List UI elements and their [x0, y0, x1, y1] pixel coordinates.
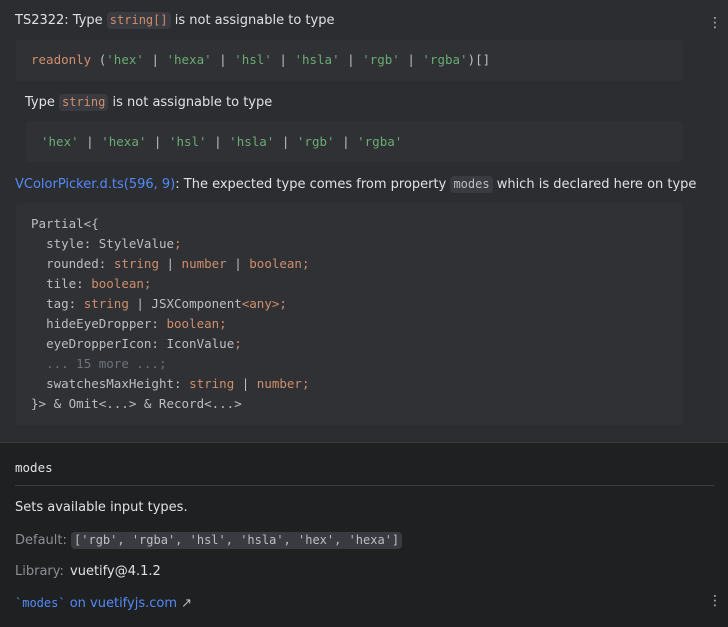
decl-prop-type: StyleValue [98, 236, 175, 251]
decl-prop-name: eyeDropperIcon [46, 336, 152, 351]
doc-link-text[interactable]: on vuetifyjs.com [70, 596, 177, 611]
type-chip-string-array: string[] [106, 12, 171, 29]
decl-prop-name: swatchesMaxHeight [46, 376, 174, 391]
readonly-keyword: readonly [31, 52, 92, 67]
doc-default-value: ['rgb', 'rgba', 'hsl', 'hsla', 'hex', 'h… [71, 532, 403, 549]
literal-hexa: 'hexa' [101, 134, 147, 149]
documentation-panel: modes Sets available input types. Defaul… [0, 442, 728, 627]
literal-hex: 'hex' [41, 134, 79, 149]
error-code-prefix: TS2322: Type [15, 13, 103, 28]
literal-hsl: 'hsl' [234, 52, 272, 67]
paren-close: )[] [467, 52, 491, 67]
decl-prop-name: tile [46, 276, 77, 291]
source-file-link[interactable]: VColorPicker.d.ts(596, 9) [15, 177, 175, 192]
sub-error: Type string is not assignable to type [25, 94, 272, 112]
doc-default-label: Default: [15, 533, 67, 548]
more-vertical-icon[interactable]: ⋮ [708, 16, 722, 30]
doc-external-link[interactable]: `modes` on vuetifyjs.com ↗ [15, 594, 192, 613]
doc-library-label: Library: [15, 564, 64, 579]
literal-rgba: 'rgba' [357, 134, 403, 149]
literal-rgba: 'rgba' [422, 52, 468, 67]
sub-error-prefix: Type [25, 95, 55, 110]
declaration-box: Partial<{ style: StyleValue; rounded: st… [16, 203, 683, 425]
literal-hexa: 'hexa' [166, 52, 212, 67]
decl-close: }> & Omit<...> & Record<...> [31, 396, 242, 411]
external-link-icon: ↗ [181, 596, 193, 611]
source-suffix: which is declared here on type [496, 177, 697, 192]
decl-prop-name: tag [46, 296, 69, 311]
error-title: TS2322: Type string[] is not assignable … [15, 12, 334, 30]
literal-rgb: 'rgb' [296, 134, 335, 149]
expected-type-box: readonly ('hex' | 'hexa' | 'hsl' | 'hsla… [16, 40, 683, 81]
property-chip-modes: modes [450, 176, 493, 193]
declaration-code: Partial<{ style: StyleValue; rounded: st… [31, 216, 310, 411]
expected-type-code: readonly ('hex' | 'hexa' | 'hsl' | 'hsla… [31, 52, 491, 67]
doc-prop-name: modes [15, 460, 53, 475]
literal-hsla: 'hsla' [229, 134, 275, 149]
decl-prop-name: rounded [46, 256, 99, 271]
source-mid-text: : The expected type comes from property [175, 177, 447, 192]
literal-hsla: 'hsla' [294, 52, 340, 67]
error-popup: TS2322: Type string[] is not assignable … [0, 0, 728, 442]
doc-default-row: Default: ['rgb', 'rgba', 'hsl', 'hsla', … [15, 532, 403, 550]
more-vertical-icon[interactable]: ⋮ [708, 594, 722, 608]
literal-type-box: 'hex' | 'hexa' | 'hsl' | 'hsla' | 'rgb' … [26, 121, 683, 162]
doc-description: Sets available input types. [15, 500, 188, 515]
decl-prop-name: style [46, 236, 84, 251]
sub-error-suffix: is not assignable to type [112, 95, 273, 110]
doc-library-value: vuetify@4.1.2 [70, 564, 161, 579]
type-chip-string: string [59, 94, 109, 111]
decl-more-count: ... 15 more ... [46, 356, 159, 371]
decl-prop-name: hideEyeDropper [46, 316, 152, 331]
decl-open: Partial<{ [31, 216, 99, 231]
doc-link-code[interactable]: `modes` [15, 596, 66, 610]
literal-hsl: 'hsl' [168, 134, 207, 149]
doc-library-row: Library: vuetify@4.1.2 [15, 563, 161, 581]
literal-hex: 'hex' [106, 52, 144, 67]
literal-type-code: 'hex' | 'hexa' | 'hsl' | 'hsla' | 'rgb' … [41, 134, 403, 149]
doc-divider [15, 485, 714, 486]
error-suffix: is not assignable to type [174, 13, 335, 28]
literal-rgb: 'rgb' [362, 52, 400, 67]
source-line: VColorPicker.d.ts(596, 9): The expected … [15, 176, 696, 194]
